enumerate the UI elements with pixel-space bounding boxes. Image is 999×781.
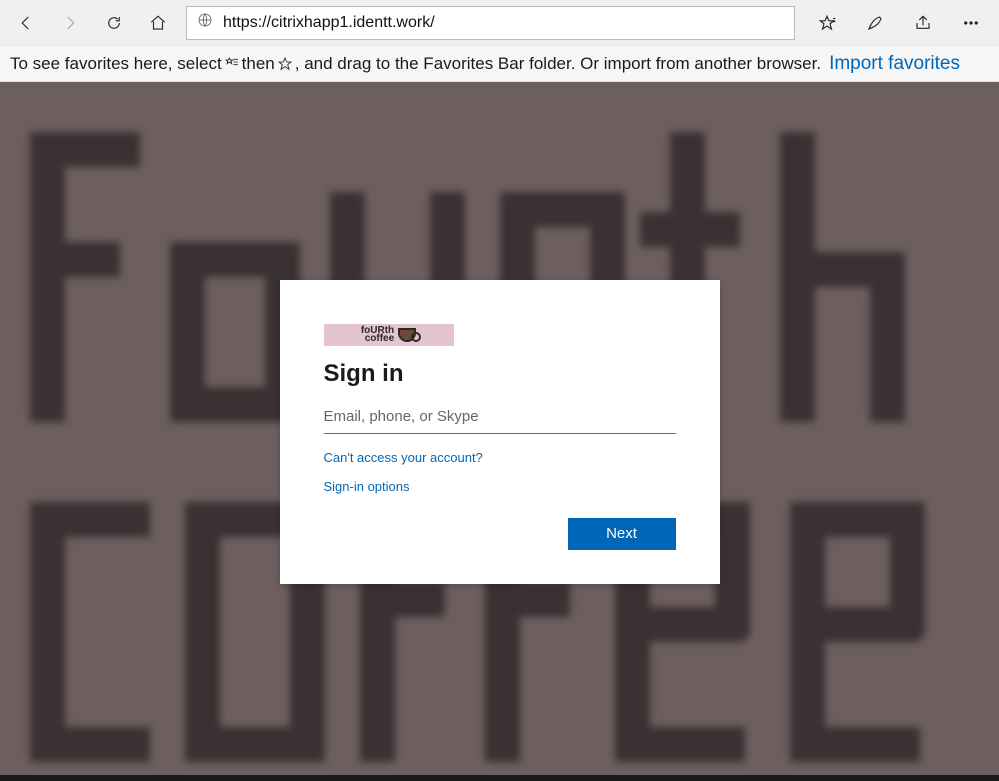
browser-toolbar (0, 0, 999, 46)
username-input[interactable] (324, 402, 676, 434)
favorites-bar: To see favorites here, select then , and… (0, 46, 999, 82)
forward-button (48, 4, 92, 42)
address-bar[interactable] (186, 6, 795, 40)
back-button[interactable] (4, 4, 48, 42)
share-button[interactable] (899, 4, 947, 42)
page-content: foURth coffee Sign in Can't access your … (0, 82, 999, 781)
globe-icon (197, 12, 223, 33)
url-input[interactable] (223, 14, 784, 32)
star-list-icon (224, 56, 240, 72)
star-icon (277, 56, 293, 72)
signin-actions: Next (324, 518, 676, 550)
import-favorites-link[interactable]: Import favorites (829, 53, 960, 75)
cant-access-link[interactable]: Can't access your account? (324, 450, 676, 465)
home-button[interactable] (136, 4, 180, 42)
favorites-button[interactable] (803, 4, 851, 42)
favbar-text-a: To see favorites here, select (10, 54, 222, 74)
coffee-cup-icon (398, 328, 416, 342)
notes-button[interactable] (851, 4, 899, 42)
brand-logo-text: foURth coffee (361, 327, 394, 343)
favbar-text-c: , and drag to the Favorites Bar folder. … (295, 54, 821, 74)
next-button[interactable]: Next (568, 518, 676, 550)
favbar-text-b: then (242, 54, 275, 74)
signin-card: foURth coffee Sign in Can't access your … (280, 280, 720, 584)
signin-title: Sign in (324, 360, 676, 388)
refresh-button[interactable] (92, 4, 136, 42)
footer-bar (0, 775, 999, 781)
toolbar-right (803, 4, 995, 42)
signin-options-link[interactable]: Sign-in options (324, 479, 676, 494)
more-button[interactable] (947, 4, 995, 42)
brand-logo: foURth coffee (324, 324, 454, 346)
